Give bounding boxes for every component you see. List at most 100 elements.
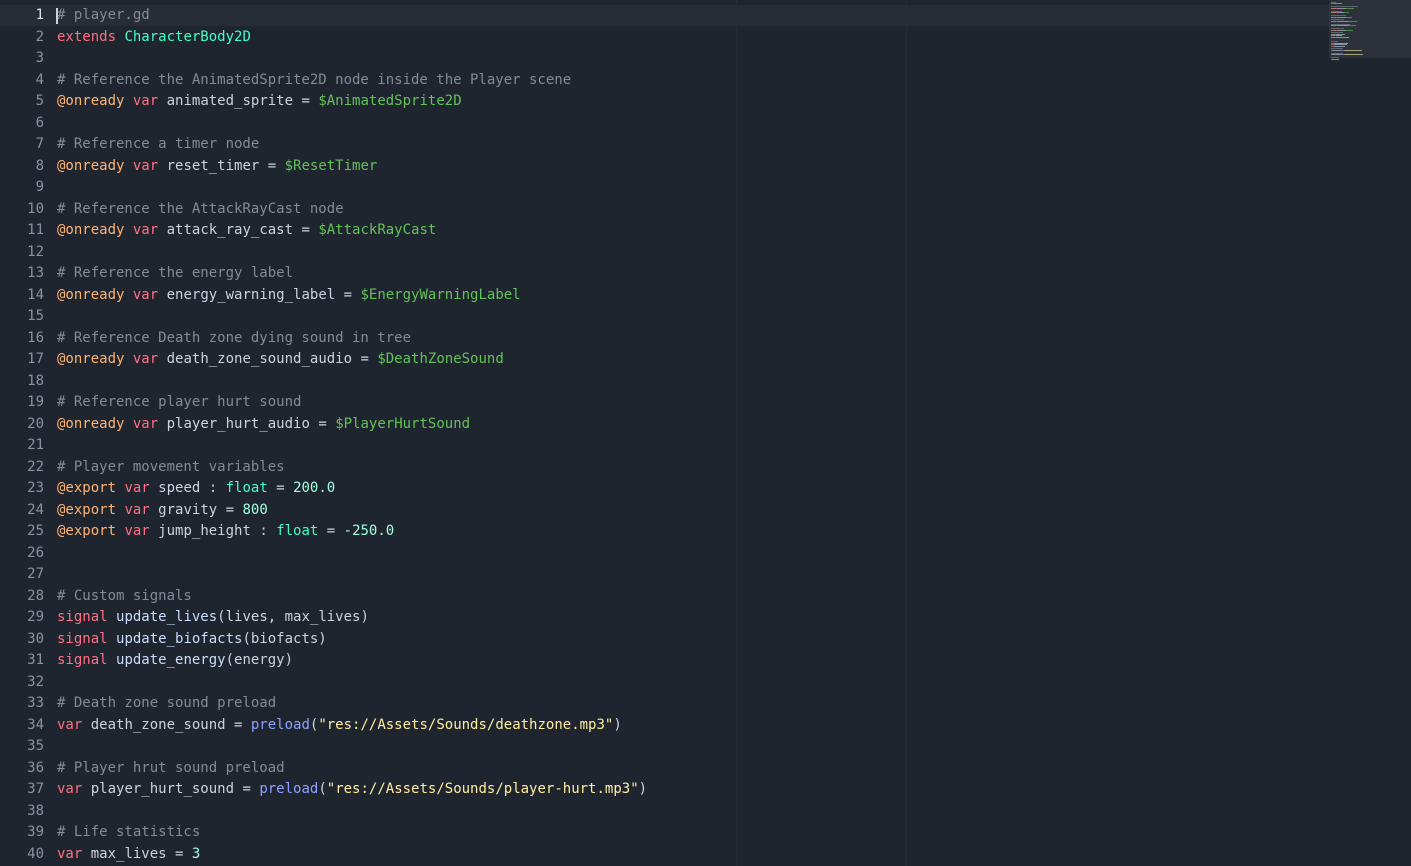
code-token-plain: animated_sprite =	[158, 93, 319, 109]
code-line[interactable]: # Reference the energy label	[57, 263, 1327, 285]
code-token-comment: # Death zone sound preload	[57, 695, 277, 711]
code-line[interactable]: signal update_lives(lives, max_lives)	[57, 607, 1327, 629]
line-number: 21	[27, 437, 44, 453]
code-line[interactable]: var max_lives = 3	[57, 844, 1327, 866]
code-token-plain: attack_ray_cast =	[158, 222, 319, 238]
minimap-token	[1337, 16, 1346, 18]
code-token-number: 200.0	[293, 480, 336, 496]
code-line[interactable]: # Life statistics	[57, 822, 1327, 844]
code-line[interactable]: signal update_energy(energy)	[57, 650, 1327, 672]
code-token-node: $DeathZoneSound	[377, 351, 504, 367]
code-line[interactable]	[57, 564, 1327, 586]
code-line[interactable]: @onready var reset_timer = $ResetTimer	[57, 156, 1327, 178]
minimap-token	[1346, 29, 1353, 31]
code-line[interactable]: # Reference a timer node	[57, 134, 1327, 156]
code-line[interactable]	[57, 306, 1327, 328]
code-line[interactable]	[57, 113, 1327, 135]
code-editor[interactable]: 1 2 3 4 5 6 7 8 9 10 11 12 13 14 15 16 17 18 19 20 21 22 23 24 2…	[0, 0, 1411, 866]
code-token-comment: # Reference a timer node	[57, 136, 260, 152]
code-line[interactable]: var player_hurt_sound = preload("res://A…	[57, 779, 1327, 801]
code-token-keyword: var	[124, 480, 150, 496]
line-number: 14	[27, 286, 44, 303]
line-number: 5	[35, 93, 44, 109]
code-line[interactable]: # Reference Death zone dying sound in tr…	[57, 328, 1327, 350]
code-token-number: 800	[242, 501, 268, 518]
minimap-token	[1345, 49, 1361, 51]
line-number: 26	[27, 544, 44, 561]
line-number: 22	[27, 458, 44, 475]
minimap-token	[1348, 20, 1357, 22]
code-token-annotation: @onready	[57, 351, 125, 367]
line-number: 20	[27, 415, 44, 432]
line-number: 9	[35, 179, 44, 195]
minimap-token	[1332, 54, 1341, 56]
code-line[interactable]: # player.gd	[57, 5, 1327, 27]
code-line[interactable]: @onready var energy_warning_label = $Ene…	[57, 285, 1327, 307]
line-number: 1	[35, 7, 44, 23]
minimap-token	[1346, 16, 1352, 18]
code-token-annotation: @onready	[57, 157, 125, 174]
minimap[interactable]	[1329, 0, 1411, 866]
minimap-token	[1338, 58, 1339, 60]
code-token-keyword: signal	[57, 652, 108, 668]
code-line[interactable]: var death_zone_sound = preload("res://As…	[57, 715, 1327, 737]
code-token-annotation: @export	[57, 523, 117, 539]
code-line[interactable]: signal update_biofacts(biofacts)	[57, 629, 1327, 651]
code-line[interactable]: # Reference the AnimatedSprite2D node in…	[57, 70, 1327, 92]
code-line[interactable]: @onready var animated_sprite = $Animated…	[57, 91, 1327, 113]
line-number-gutter[interactable]: 1 2 3 4 5 6 7 8 9 10 11 12 13 14 15 16 17 18 19 20 21 22 23 24 2…	[0, 5, 44, 865]
code-line[interactable]: # Player movement variables	[57, 457, 1327, 479]
code-line[interactable]: # Player hrut sound preload	[57, 758, 1327, 780]
code-token-plain: max_lives =	[82, 845, 192, 862]
code-token-class: CharacterBody2D	[124, 28, 251, 45]
line-number: 7	[35, 136, 44, 152]
code-line[interactable]: @export var gravity = 800	[57, 500, 1327, 522]
code-line[interactable]: # Reference the AttackRayCast node	[57, 199, 1327, 221]
code-token-plain: gravity =	[149, 501, 243, 518]
code-line[interactable]: extends CharacterBody2D	[57, 27, 1327, 49]
minimap-token	[1349, 25, 1356, 27]
code-line[interactable]: # Reference player hurt sound	[57, 392, 1327, 414]
minimap-token	[1337, 12, 1344, 14]
line-number: 3	[35, 50, 44, 66]
line-number: 32	[27, 673, 44, 690]
minimap-token	[1341, 45, 1345, 47]
code-token-plain: =	[267, 480, 294, 496]
code-token-plain: player_hurt_audio =	[158, 415, 336, 432]
line-number: 37	[27, 781, 44, 797]
code-line[interactable]	[57, 672, 1327, 694]
code-token-keyword: extends	[57, 28, 117, 45]
code-line[interactable]	[57, 801, 1327, 823]
code-token-keyword: var	[132, 222, 159, 238]
code-line[interactable]: @export var speed : float = 200.0	[57, 478, 1327, 500]
code-line[interactable]	[57, 177, 1327, 199]
code-text-area[interactable]: # player.gd extends CharacterBody2D # Refe…	[57, 5, 1327, 865]
line-number: 19	[27, 394, 44, 410]
code-line[interactable]: @onready var death_zone_sound_audio = $D…	[57, 349, 1327, 371]
code-line[interactable]: @onready var player_hurt_audio = $Player…	[57, 414, 1327, 436]
code-token-keyword: var	[132, 93, 159, 109]
code-token-string: "res://Assets/Sounds/player-hurt.mp3"	[326, 781, 639, 797]
line-number: 40	[27, 845, 44, 862]
code-token-signal: update_lives	[116, 609, 218, 625]
code-line[interactable]	[57, 242, 1327, 264]
code-token-comment: # Life statistics	[57, 824, 201, 840]
code-line[interactable]: @export var jump_height : float = -250.0	[57, 521, 1327, 543]
code-token-plain: )	[638, 781, 648, 797]
code-line[interactable]	[57, 371, 1327, 393]
code-line[interactable]	[57, 543, 1327, 565]
code-line[interactable]: # Custom signals	[57, 586, 1327, 608]
line-number: 11	[27, 222, 44, 238]
code-line[interactable]	[57, 48, 1327, 70]
code-token-builtin: preload	[259, 781, 319, 797]
code-line[interactable]: @onready var attack_ray_cast = $AttackRa…	[57, 220, 1327, 242]
line-number: 38	[27, 802, 44, 819]
code-line[interactable]	[57, 736, 1327, 758]
line-number: 28	[27, 587, 44, 604]
code-line[interactable]	[57, 435, 1327, 457]
code-token-comment: # Reference player hurt sound	[57, 394, 302, 410]
code-line[interactable]: # Death zone sound preload	[57, 693, 1327, 715]
